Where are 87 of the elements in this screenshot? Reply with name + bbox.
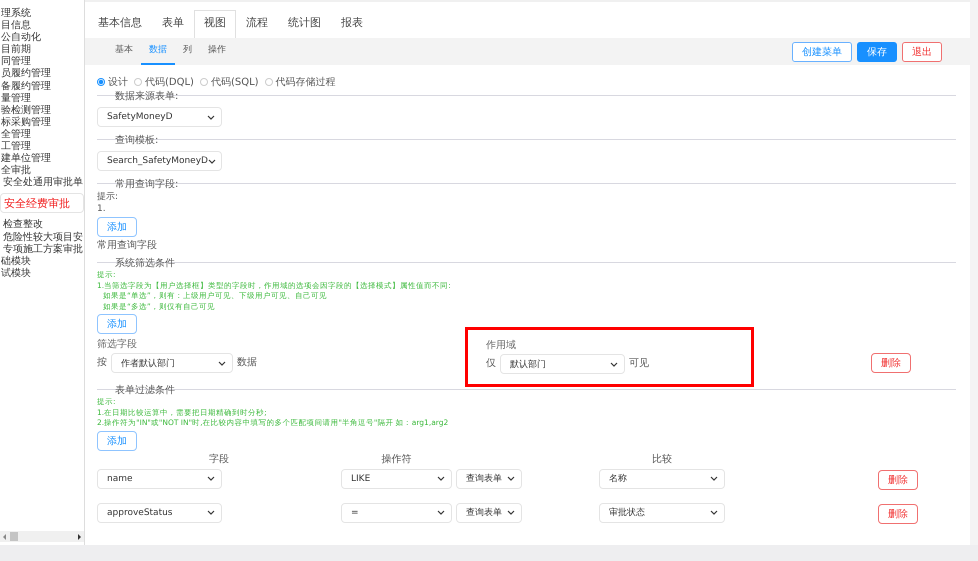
- sidebar-item[interactable]: 目前期: [0, 44, 84, 56]
- chevron-icon: [207, 510, 215, 515]
- tab[interactable]: 表单: [152, 10, 194, 38]
- delete-button[interactable]: 删除: [878, 504, 918, 524]
- chevron-icon: [507, 510, 515, 515]
- sidebar-item[interactable]: 检查整改: [0, 219, 84, 232]
- dropdown[interactable]: Search_SafetyMoneyD: [97, 151, 222, 171]
- sidebar-item[interactable]: 公自动化: [0, 32, 84, 44]
- chevron-icon: [710, 510, 718, 515]
- dropdown[interactable]: 查询表单: [456, 468, 522, 488]
- chevron-icon: [207, 114, 215, 120]
- section-title: 数据来源表单:: [115, 91, 178, 102]
- section-title: 表单过滤条件: [115, 385, 175, 396]
- sidebar-item[interactable]: 目信息: [0, 20, 84, 32]
- radio-button[interactable]: [264, 78, 273, 86]
- sidebar-item[interactable]: 备履约管理: [0, 80, 84, 93]
- section-title: 查询模板:: [115, 135, 158, 146]
- sidebar-item[interactable]: 验检测管理: [0, 104, 84, 117]
- tab[interactable]: 视图: [194, 10, 236, 38]
- chevron-icon: [437, 476, 445, 481]
- chevron-icon: [610, 362, 618, 366]
- section-title: 常用查询字段:: [115, 179, 178, 190]
- radio-button[interactable]: [134, 78, 142, 86]
- chevron-icon: [218, 360, 226, 366]
- dropdown[interactable]: 查询表单: [456, 502, 522, 522]
- chevron-icon: [208, 158, 216, 164]
- prefix-text: 按: [97, 356, 107, 369]
- radio-label: 代码存储过程: [276, 76, 336, 89]
- scrollbar[interactable]: [0, 531, 84, 542]
- chevron-icon: [710, 476, 718, 481]
- sidebar-item[interactable]: 理系统: [0, 8, 84, 20]
- radio-label: 代码(DQL): [145, 76, 194, 89]
- sidebar-item[interactable]: 同管理: [0, 56, 84, 68]
- sidebar-item[interactable]: 建单位管理: [0, 153, 84, 166]
- section-title: 系统筛选条件: [115, 258, 175, 269]
- hint-text: 提示:: [97, 191, 118, 203]
- radio-label: 代码(SQL): [210, 76, 259, 89]
- dropdown[interactable]: LIKE: [341, 468, 452, 488]
- sidebar-item[interactable]: 安全处通用审批单: [0, 177, 84, 190]
- sub-tab[interactable]: 基本: [107, 38, 141, 65]
- toolbar-button[interactable]: 退出: [902, 42, 942, 62]
- radio-label: 设计: [108, 76, 128, 89]
- sidebar-item[interactable]: 量管理: [0, 92, 84, 105]
- sidebar-item[interactable]: 础模块: [0, 256, 84, 268]
- dropdown[interactable]: 名称: [599, 468, 725, 488]
- field-label: 作用域: [486, 338, 517, 352]
- suffix-text: 可见: [629, 357, 649, 370]
- column-header: 比较: [651, 452, 673, 466]
- dropdown[interactable]: SafetyMoneyD: [97, 107, 222, 127]
- tab[interactable]: 统计图: [278, 10, 331, 38]
- dropdown[interactable]: approveStatus: [97, 502, 222, 522]
- tab[interactable]: 流程: [236, 10, 278, 38]
- radio-button[interactable]: [97, 78, 105, 86]
- chevron-icon: [207, 476, 215, 481]
- sub-tab[interactable]: 列: [175, 38, 200, 65]
- sidebar-item[interactable]: 全管理: [0, 128, 84, 142]
- chevron-icon: [507, 476, 515, 481]
- tab[interactable]: 报表: [331, 10, 373, 38]
- field-caption: 常用查询字段: [97, 238, 157, 252]
- chevron-icon: [437, 510, 445, 515]
- scroll-right-icon[interactable]: [76, 534, 82, 540]
- column-header: 字段: [208, 452, 230, 466]
- field-label: 筛选字段: [97, 338, 138, 351]
- tab[interactable]: 基本信息: [88, 10, 152, 38]
- dropdown[interactable]: name: [97, 468, 222, 488]
- dropdown[interactable]: 作者默认部门: [111, 353, 233, 373]
- dropdown[interactable]: =: [341, 502, 452, 522]
- column-header: 操作符: [380, 452, 412, 466]
- prefix-text: 仅: [486, 357, 496, 370]
- dropdown[interactable]: 审批状态: [599, 502, 725, 522]
- hint-text: 1.: [97, 203, 106, 215]
- dropdown[interactable]: 默认部门: [500, 354, 625, 374]
- sidebar-item[interactable]: 标采购管理: [0, 116, 84, 129]
- delete-button[interactable]: 删除: [878, 470, 918, 490]
- sidebar-item[interactable]: 安全经费审批: [0, 193, 84, 214]
- radio-button[interactable]: [200, 78, 208, 86]
- delete-button[interactable]: 删除: [871, 353, 911, 373]
- sidebar-item[interactable]: 全审批: [0, 165, 84, 178]
- sidebar-item[interactable]: 危险性较大项目安: [0, 232, 84, 244]
- sidebar-item[interactable]: 专项施工方案审批: [0, 244, 84, 256]
- sidebar-item[interactable]: 试模块: [0, 268, 84, 280]
- scroll-left-icon[interactable]: [2, 534, 8, 540]
- suffix-text: 数据: [237, 356, 257, 369]
- sub-tab[interactable]: 操作: [200, 38, 234, 65]
- sidebar-item[interactable]: 员履约管理: [0, 68, 84, 81]
- sidebar-item[interactable]: 工管理: [0, 141, 84, 154]
- scroll-thumb[interactable]: [10, 532, 18, 541]
